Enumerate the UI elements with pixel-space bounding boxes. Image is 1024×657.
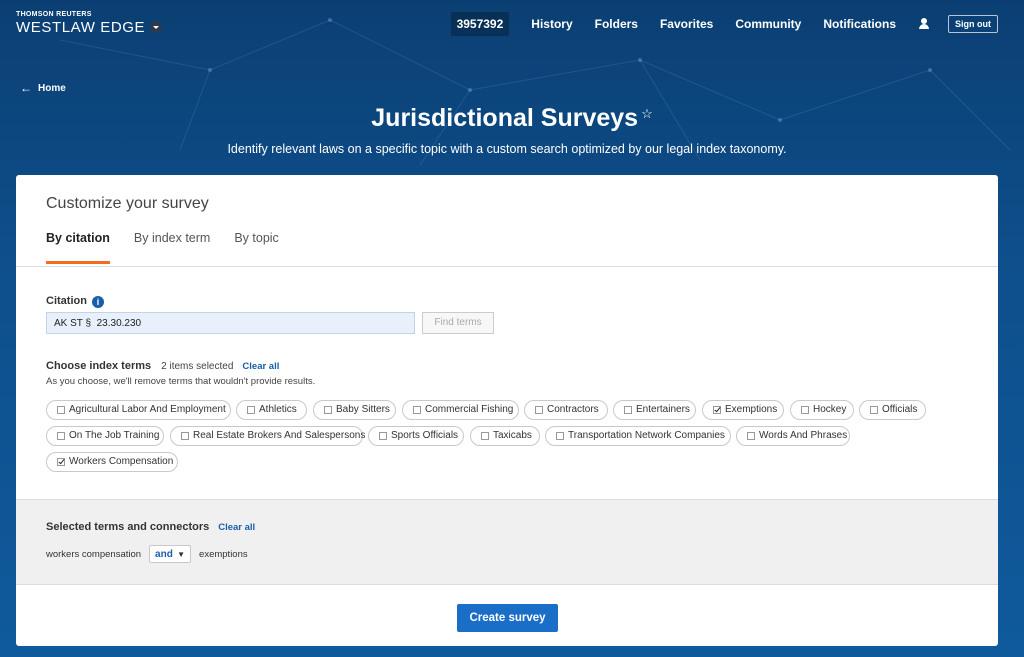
home-breadcrumb[interactable]: ← Home (20, 81, 66, 95)
checkbox-checked[interactable] (57, 458, 65, 466)
brand-big-text: WESTLAW EDGE (16, 19, 146, 36)
term-chip[interactable]: Officials (859, 400, 926, 420)
term-label: Words And Phrases (759, 430, 848, 441)
checkbox[interactable] (624, 406, 632, 414)
chevron-down-icon[interactable] (150, 21, 163, 33)
checkbox[interactable] (556, 432, 564, 440)
selected-terms-row: workers compensation and ▼ exemptions (46, 545, 248, 563)
checkbox[interactable] (57, 406, 65, 414)
term-chip[interactable]: Entertainers (613, 400, 696, 420)
nav-community[interactable]: Community (735, 17, 801, 31)
checkbox[interactable] (801, 406, 809, 414)
create-survey-button[interactable]: Create survey (457, 604, 558, 632)
sign-out-button[interactable]: Sign out (948, 15, 998, 33)
term-chip[interactable]: Workers Compensation (46, 452, 178, 472)
card-title: Customize your survey (46, 195, 209, 212)
nav-history[interactable]: History (531, 17, 572, 31)
term-label: On The Job Training (69, 430, 160, 441)
clear-all-terms-link[interactable]: Clear all (242, 361, 279, 372)
info-icon[interactable]: i (91, 296, 104, 308)
checkbox-checked[interactable] (713, 406, 721, 414)
term-chip[interactable]: Taxicabs (470, 426, 540, 446)
selected-term-right: exemptions (199, 548, 248, 560)
tab-by-index-term[interactable]: By index term (134, 231, 210, 264)
nav-folders[interactable]: Folders (595, 17, 638, 31)
westlaw-logo[interactable]: THOMSON REUTERS WESTLAW EDGE (16, 11, 163, 36)
checkbox[interactable] (747, 432, 755, 440)
tab-by-topic[interactable]: By topic (234, 231, 278, 264)
star-icon[interactable]: ☆ (641, 106, 653, 121)
page-subtitle: Identify relevant laws on a specific top… (227, 142, 787, 156)
client-id-button[interactable]: 3957392 (450, 12, 510, 36)
term-label: Officials (882, 404, 918, 415)
page-title-text: Jurisdictional Surveys (371, 104, 639, 132)
term-chip[interactable]: Contractors (524, 400, 608, 420)
selected-terms-label: Selected terms and connectors (46, 521, 210, 533)
checkbox[interactable] (481, 432, 489, 440)
term-label: Workers Compensation (69, 456, 174, 467)
find-terms-button[interactable]: Find terms (422, 312, 494, 334)
selected-count: 2 items selected (161, 361, 234, 372)
checkbox[interactable] (379, 432, 387, 440)
index-terms-header: Choose index terms 2 items selected Clea… (46, 360, 279, 372)
term-label: Baby Sitters (336, 404, 390, 415)
term-label: Exemptions (725, 404, 778, 415)
tab-by-citation[interactable]: By citation (46, 231, 110, 264)
home-label: Home (38, 82, 66, 94)
term-chip[interactable]: Agricultural Labor And Employment (46, 400, 231, 420)
term-chip[interactable]: Athletics (236, 400, 307, 420)
checkbox[interactable] (247, 406, 255, 414)
clear-all-connectors-link[interactable]: Clear all (218, 522, 255, 533)
term-label: Taxicabs (493, 430, 532, 441)
term-label: Athletics (259, 404, 297, 415)
term-chip[interactable]: Transportation Network Companies (545, 426, 731, 446)
user-icon[interactable] (918, 18, 930, 30)
term-label: Sports Officials (391, 430, 459, 441)
connector-select[interactable]: and ▼ (149, 545, 192, 563)
term-label: Commercial Fishing (425, 404, 514, 415)
term-label: Agricultural Labor And Employment (69, 404, 226, 415)
checkbox[interactable] (413, 406, 421, 414)
checkbox[interactable] (535, 406, 543, 414)
main-nav: 3957392 History Folders Favorites Commun… (450, 12, 998, 36)
nav-favorites[interactable]: Favorites (660, 17, 713, 31)
term-label: Entertainers (636, 404, 690, 415)
index-terms-hint: As you choose, we'll remove terms that w… (46, 376, 316, 387)
selected-terms-header: Selected terms and connectors Clear all (46, 521, 255, 533)
checkbox[interactable] (181, 432, 189, 440)
arrow-left-icon: ← (20, 81, 32, 95)
checkbox[interactable] (57, 432, 65, 440)
term-label: Real Estate Brokers And Salespersons (193, 430, 366, 441)
term-chip[interactable]: On The Job Training (46, 426, 164, 446)
term-label: Hockey (813, 404, 847, 415)
index-terms-label: Choose index terms (46, 360, 152, 372)
page-title: Jurisdictional Surveys ☆ (0, 104, 1024, 133)
term-chip[interactable]: Baby Sitters (313, 400, 396, 420)
connector-value: and (155, 548, 173, 560)
term-label: Contractors (547, 404, 599, 415)
checkbox[interactable] (870, 406, 878, 414)
citation-input[interactable] (46, 312, 415, 334)
brand-small-text: THOMSON REUTERS (16, 11, 92, 18)
term-chip[interactable]: Exemptions (702, 400, 784, 420)
term-chip[interactable]: Commercial Fishing (402, 400, 519, 420)
selected-term-left: workers compensation (46, 548, 142, 560)
term-chip[interactable]: Sports Officials (368, 426, 464, 446)
checkbox[interactable] (324, 406, 332, 414)
term-chip[interactable]: Real Estate Brokers And Salespersons (170, 426, 366, 446)
nav-notifications[interactable]: Notifications (823, 17, 896, 31)
top-navigation-bar: THOMSON REUTERS WESTLAW EDGE 3957392 His… (0, 0, 1024, 50)
survey-card: Customize your survey By citation By ind… (16, 175, 998, 646)
survey-tabs: By citation By index term By topic (46, 231, 303, 264)
term-chip[interactable]: Hockey (790, 400, 854, 420)
citation-label-row: Citation i (46, 293, 104, 308)
term-label: Transportation Network Companies (568, 430, 725, 441)
term-chip[interactable]: Words And Phrases (736, 426, 850, 446)
caret-down-icon: ▼ (177, 549, 186, 559)
citation-label: Citation (46, 295, 87, 307)
card-header: Customize your survey By citation By ind… (16, 175, 998, 267)
selected-terms-section: Selected terms and connectors Clear all … (16, 499, 998, 585)
